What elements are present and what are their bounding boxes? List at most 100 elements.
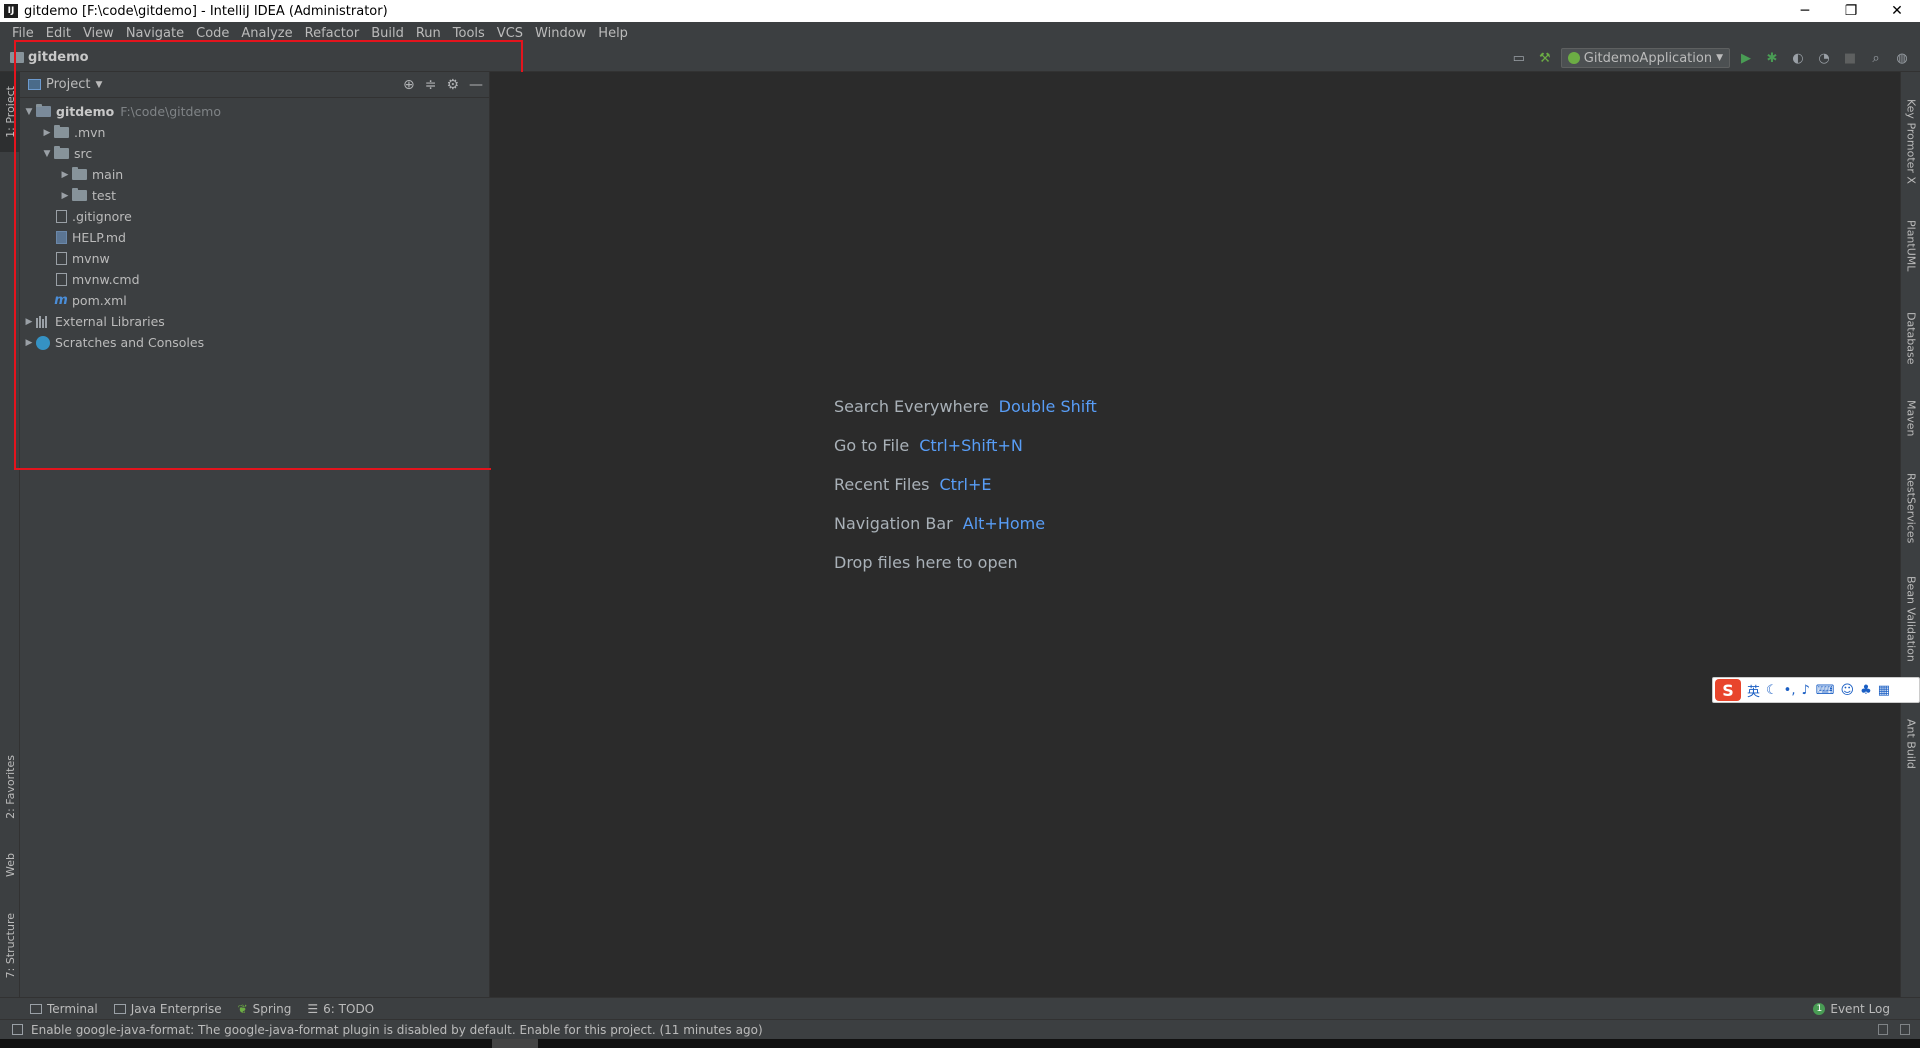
stop-icon[interactable]: ■ [1840,48,1860,68]
ide-features-icon[interactable]: ◍ [1892,48,1912,68]
tab-plantuml[interactable]: PlantUML [1901,206,1920,286]
tab-restservices[interactable]: RestServices [1901,458,1920,558]
navigation-bar: gitdemo ▭ ⚒ GitdemoApplication ▼ ▶ ✱ ◐ ◔… [0,44,1920,72]
menu-refactor[interactable]: Refactor [299,26,366,41]
tree-node-pom-xml[interactable]: m pom.xml [20,290,489,311]
debug-icon[interactable]: ✱ [1762,48,1782,68]
moon-icon[interactable]: ☾ [1766,683,1778,698]
project-view-dropdown[interactable]: Project ▼ [28,77,102,92]
tree-node-mvnw[interactable]: mvnw [20,248,489,269]
menu-edit[interactable]: Edit [40,26,77,41]
menu-run[interactable]: Run [410,26,447,41]
tree-node-mvnw-cmd[interactable]: mvnw.cmd [20,269,489,290]
collapsed-arrow-icon[interactable]: ▶ [22,317,36,327]
run-configuration-label: GitdemoApplication [1583,50,1713,66]
keyboard-icon[interactable]: ⌨ [1816,683,1835,698]
tab-todo[interactable]: ☰ 6: TODO [307,1002,374,1016]
restore-button[interactable]: ❐ [1828,0,1874,22]
skin-icon[interactable]: ♣ [1860,683,1872,698]
maven-icon: m [54,293,68,308]
breadcrumb-project: gitdemo [28,50,89,65]
breadcrumb[interactable]: gitdemo [10,50,89,65]
tab-structure[interactable]: 7: Structure [0,898,20,993]
menu-build[interactable]: Build [365,26,410,41]
tab-favorites[interactable]: 2: Favorites [0,742,20,832]
locate-file-icon[interactable]: ⊕ [403,77,415,93]
project-tree: ▼ gitdemo F:\code\gitdemo ▶ .mvn ▼ src ▶… [20,98,489,353]
profile-icon[interactable]: ◔ [1814,48,1834,68]
sogou-logo-icon[interactable]: S [1715,679,1741,701]
tree-node-scratches[interactable]: ▶ Scratches and Consoles [20,332,489,353]
gear-icon[interactable]: ⚙ [446,77,459,93]
tab-bean-validation[interactable]: Bean Validation [1901,566,1920,672]
tree-node-mvn[interactable]: ▶ .mvn [20,122,489,143]
build-hammer-icon[interactable]: ⚒ [1535,48,1555,68]
tree-node-label: src [74,146,93,161]
microphone-icon[interactable]: ♪ [1801,683,1809,698]
tool-windows-toggle-icon[interactable] [12,1024,23,1035]
event-log-button[interactable]: 1 Event Log [1813,998,1890,1020]
tree-node-label: External Libraries [55,314,165,329]
coverage-icon[interactable]: ◐ [1788,48,1808,68]
hide-panel-icon[interactable]: — [469,77,483,93]
close-button[interactable]: ✕ [1874,0,1920,22]
hint-navigation-bar: Navigation Bar Alt+Home [834,514,1046,533]
user-icon[interactable]: ☺ [1841,683,1855,698]
tab-java-enterprise[interactable]: Java Enterprise [113,1002,222,1016]
tree-node-src[interactable]: ▼ src [20,143,489,164]
search-icon[interactable]: ⌕ [1866,48,1886,68]
tree-node-help-md[interactable]: HELP.md [20,227,489,248]
menu-vcs[interactable]: VCS [491,26,529,41]
collapsed-arrow-icon[interactable]: ▶ [58,191,72,201]
tree-node-label: test [92,188,117,203]
run-configuration-selector[interactable]: GitdemoApplication ▼ [1560,48,1730,68]
collapsed-arrow-icon[interactable]: ▶ [58,170,72,180]
menu-code[interactable]: Code [190,26,235,41]
menu-view[interactable]: View [77,26,120,41]
ime-language-mode[interactable]: 英 [1747,681,1760,700]
editor-area[interactable]: Search Everywhere Double Shift Go to Fil… [491,72,1900,997]
punctuation-icon[interactable]: •, [1784,683,1796,698]
project-structure-icon[interactable]: ▭ [1509,48,1529,68]
tab-project[interactable]: 1: Project [0,72,20,152]
run-icon[interactable]: ▶ [1736,48,1756,68]
tab-spring[interactable]: ❦ Spring [238,1002,292,1016]
scratches-icon [36,335,50,350]
terminal-icon [30,1003,42,1014]
expanded-arrow-icon[interactable]: ▼ [40,149,54,159]
tree-node-gitignore[interactable]: .gitignore [20,206,489,227]
tree-node-label: mvnw [72,251,110,266]
tab-ant-build[interactable]: Ant Build [1901,704,1920,784]
tree-node-external-libraries[interactable]: ▶ External Libraries [20,311,489,332]
hint-go-to-file: Go to File Ctrl+Shift+N [834,436,1023,455]
menu-window[interactable]: Window [529,26,592,41]
memory-indicator-icon[interactable] [1900,1024,1910,1035]
tab-database[interactable]: Database [1901,298,1920,378]
tab-maven[interactable]: Maven [1901,388,1920,448]
collapsed-arrow-icon[interactable]: ▶ [22,338,36,348]
menu-analyze[interactable]: Analyze [235,26,298,41]
tab-terminal[interactable]: Terminal [30,1002,98,1016]
minimize-button[interactable]: ─ [1782,0,1828,22]
todo-list-icon: ☰ [307,1001,319,1016]
status-message[interactable]: Enable google-java-format: The google-ja… [31,1023,763,1037]
menu-tools[interactable]: Tools [447,26,491,41]
tab-favorites-label: 2: Favorites [3,755,17,819]
project-window-icon [28,79,41,90]
tab-web[interactable]: Web [0,840,20,890]
collapsed-arrow-icon[interactable]: ▶ [40,128,54,138]
tree-node-test[interactable]: ▶ test [20,185,489,206]
expanded-arrow-icon[interactable]: ▼ [22,107,36,117]
tree-node-main[interactable]: ▶ main [20,164,489,185]
tab-key-promoter-x[interactable]: Key Promoter X [1901,86,1920,196]
menu-help[interactable]: Help [592,26,634,41]
taskbar-item [492,1039,538,1048]
lock-icon[interactable] [1878,1024,1888,1035]
hint-drop-files: Drop files here to open [834,553,1018,572]
tree-node-gitdemo[interactable]: ▼ gitdemo F:\code\gitdemo [20,101,489,122]
menu-navigate[interactable]: Navigate [120,26,190,41]
collapse-all-icon[interactable]: ≑ [425,77,437,93]
grid-icon[interactable]: ▦ [1878,683,1890,698]
ime-toolbar[interactable]: S 英 ☾ •, ♪ ⌨ ☺ ♣ ▦ [1712,677,1920,703]
menu-file[interactable]: File [6,26,40,41]
